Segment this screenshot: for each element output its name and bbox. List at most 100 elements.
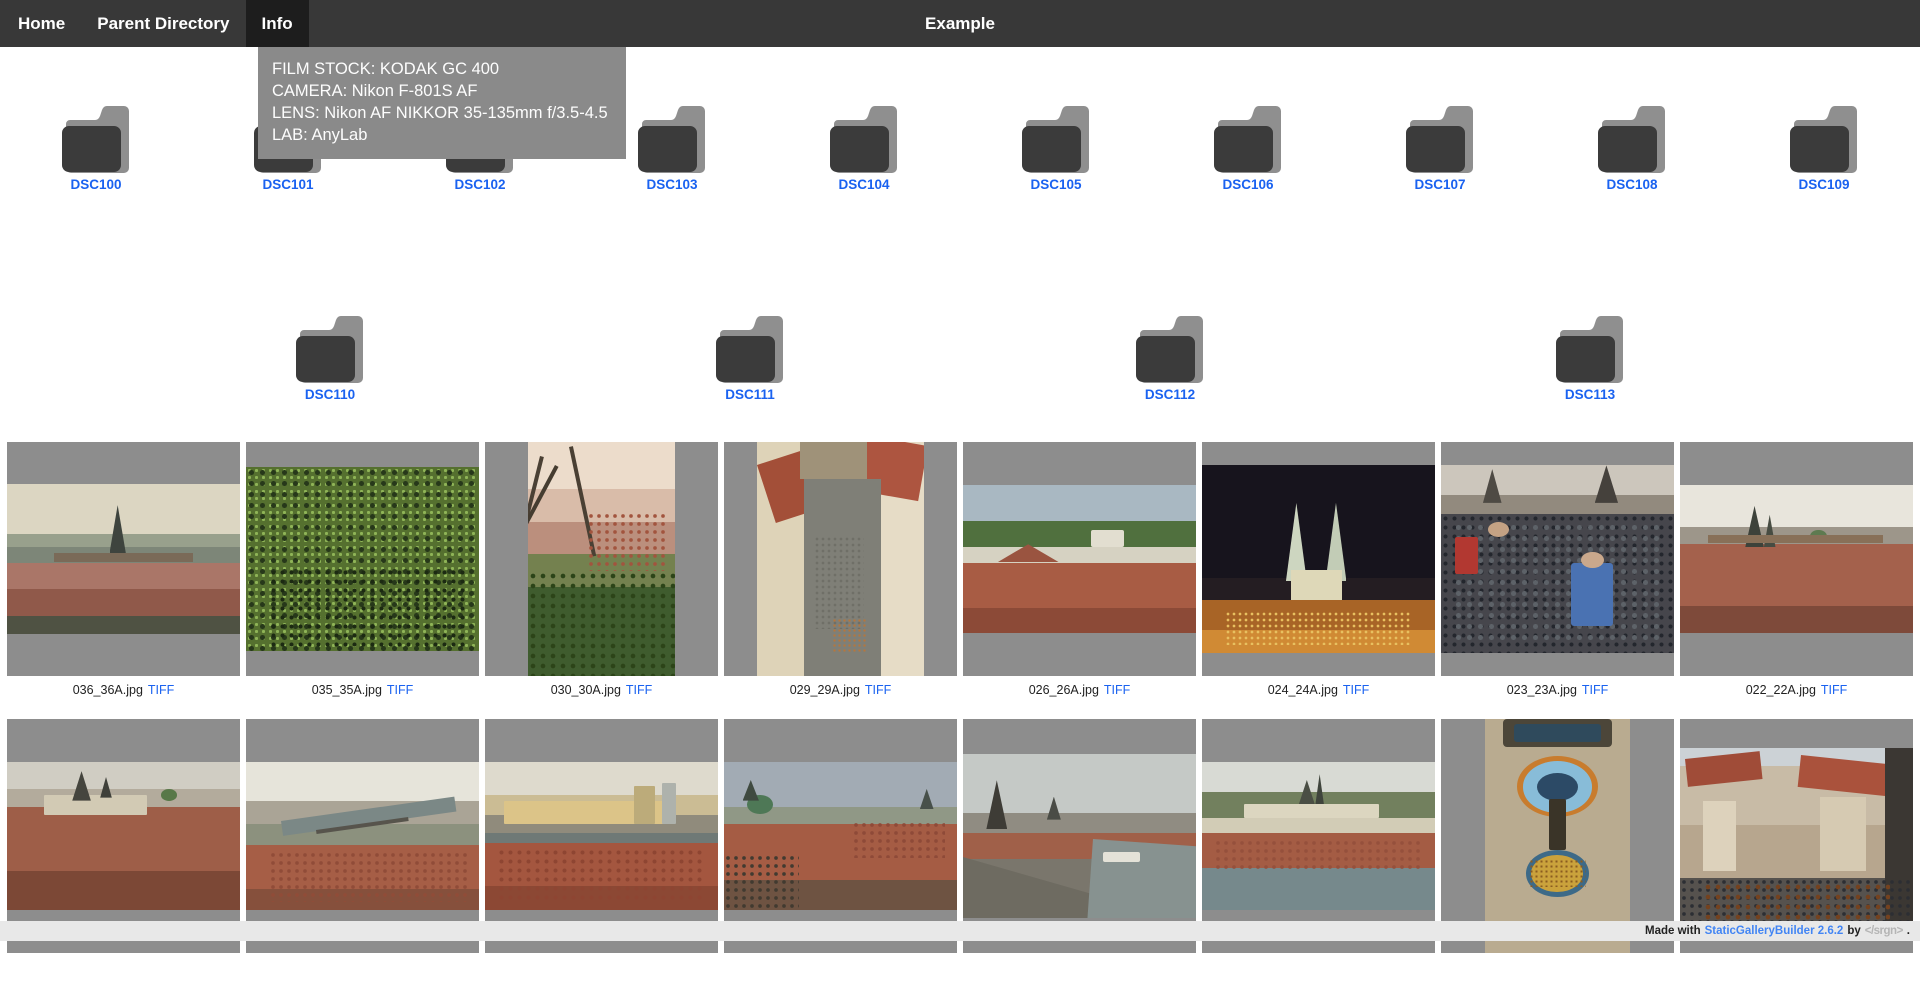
- photo-motif: [269, 568, 467, 651]
- folder-dsc100[interactable]: DSC100: [21, 100, 171, 192]
- photo-band: [1441, 465, 1674, 495]
- thumbnail-caption: [1202, 953, 1435, 996]
- gallery-item: 030_30A.jpg TIFF: [485, 442, 718, 719]
- photo-band: [1680, 485, 1913, 526]
- thumbnail-cell[interactable]: [485, 442, 718, 676]
- thumbnail-cell[interactable]: [1202, 719, 1435, 953]
- folder-label[interactable]: DSC101: [213, 177, 363, 192]
- filename-label: 023_23A.jpg: [1507, 683, 1577, 697]
- photo-thumbnail[interactable]: [1202, 465, 1435, 652]
- folder-dsc111[interactable]: DSC111: [675, 310, 825, 402]
- folder-label[interactable]: DSC104: [789, 177, 939, 192]
- photo-motif: [1453, 522, 1663, 644]
- nav-item-info[interactable]: Info: [246, 0, 309, 47]
- thumbnail-cell[interactable]: [963, 719, 1196, 953]
- folder-dsc109[interactable]: DSC109: [1749, 100, 1899, 192]
- gallery-item: [1202, 719, 1435, 996]
- nav-item-home[interactable]: Home: [2, 0, 81, 47]
- photo-thumbnail[interactable]: [963, 485, 1196, 632]
- photo-thumbnail[interactable]: [7, 762, 240, 909]
- folder-dsc113[interactable]: DSC113: [1515, 310, 1665, 402]
- photo-thumbnail[interactable]: [1680, 748, 1913, 924]
- photo-thumbnail[interactable]: [724, 762, 957, 909]
- thumbnail-cell[interactable]: [963, 442, 1196, 676]
- folder-label[interactable]: DSC102: [405, 177, 555, 192]
- photo-thumbnail[interactable]: [1680, 485, 1913, 632]
- folder-label[interactable]: DSC110: [255, 387, 405, 402]
- tiff-link[interactable]: TIFF: [1821, 683, 1847, 697]
- folder-label[interactable]: DSC109: [1749, 177, 1899, 192]
- thumbnail-cell[interactable]: [1202, 442, 1435, 676]
- nav-item-parent-directory[interactable]: Parent Directory: [81, 0, 245, 47]
- photo-thumbnail[interactable]: [1485, 719, 1629, 953]
- folder-label[interactable]: DSC108: [1557, 177, 1707, 192]
- photo-motif: [1488, 522, 1509, 537]
- thumbnail-cell[interactable]: [1441, 719, 1674, 953]
- filename-label: 030_30A.jpg: [551, 683, 621, 697]
- photo-thumbnail[interactable]: [7, 484, 240, 634]
- photo-motif: [1549, 799, 1566, 850]
- folder-dsc107[interactable]: DSC107: [1365, 100, 1515, 192]
- photo-thumbnail[interactable]: [246, 762, 479, 909]
- tooltip-line-lens: LENS: Nikon AF NIKKOR 35-135mm f/3.5-4.5: [272, 102, 608, 124]
- thumbnail-cell[interactable]: [724, 719, 957, 953]
- folder-dsc108[interactable]: DSC108: [1557, 100, 1707, 192]
- folder-dsc112[interactable]: DSC112: [1095, 310, 1245, 402]
- thumbnail-cell[interactable]: [1680, 719, 1913, 953]
- thumbnail-caption: 035_35A.jpgTIFF: [246, 676, 479, 719]
- tooltip-line-film-stock: FILM STOCK: KODAK GC 400: [272, 58, 608, 80]
- folder-label[interactable]: DSC107: [1365, 177, 1515, 192]
- folder-dsc110[interactable]: DSC110: [255, 310, 405, 402]
- photo-motif: [1214, 839, 1424, 871]
- folder-icon: [56, 100, 136, 174]
- folder-dsc104[interactable]: DSC104: [789, 100, 939, 192]
- folder-label[interactable]: DSC106: [1173, 177, 1323, 192]
- photo-thumbnail[interactable]: [757, 442, 925, 676]
- photo-thumbnail[interactable]: [963, 754, 1196, 918]
- thumbnail-cell[interactable]: [1680, 442, 1913, 676]
- photo-band: [7, 616, 240, 634]
- tooltip-line-camera: CAMERA: Nikon F-801S AF: [272, 80, 608, 102]
- folder-label[interactable]: DSC111: [675, 387, 825, 402]
- folder-label[interactable]: DSC103: [597, 177, 747, 192]
- thumbnail-cell[interactable]: [724, 442, 957, 676]
- folder-icon: [1208, 100, 1288, 174]
- info-tooltip: FILM STOCK: KODAK GC 400 CAMERA: Nikon F…: [258, 47, 626, 159]
- tiff-link[interactable]: TIFF: [387, 683, 413, 697]
- gallery-item: [485, 719, 718, 996]
- tiff-link[interactable]: TIFF: [1104, 683, 1130, 697]
- folder-label[interactable]: DSC113: [1515, 387, 1665, 402]
- thumbnail-cell[interactable]: [7, 719, 240, 953]
- tiff-link[interactable]: TIFF: [865, 683, 891, 697]
- tiff-link[interactable]: TIFF: [626, 683, 652, 697]
- folder-label[interactable]: DSC100: [21, 177, 171, 192]
- folder-dsc106[interactable]: DSC106: [1173, 100, 1323, 192]
- photo-thumbnail[interactable]: [1441, 465, 1674, 652]
- folder-icon: [1592, 100, 1672, 174]
- thumbnail-cell[interactable]: [246, 719, 479, 953]
- photo-thumbnail[interactable]: [1202, 762, 1435, 909]
- tiff-link[interactable]: TIFF: [1582, 683, 1608, 697]
- srgn-logo[interactable]: </srgn>: [1865, 925, 1903, 937]
- folder-label[interactable]: DSC105: [981, 177, 1131, 192]
- thumbnail-caption: 024_24A.jpgTIFF: [1202, 676, 1435, 719]
- photo-motif: [497, 848, 707, 904]
- page-title: Example: [925, 0, 995, 47]
- folder-dsc105[interactable]: DSC105: [981, 100, 1131, 192]
- photo-motif: [814, 536, 864, 630]
- thumbnail-cell[interactable]: [246, 442, 479, 676]
- footer-made-with: Made with: [1645, 925, 1701, 937]
- photo-thumbnail[interactable]: [246, 467, 479, 652]
- filename-label: 022_22A.jpg: [1746, 683, 1816, 697]
- thumbnail-cell[interactable]: [1441, 442, 1674, 676]
- photo-motif: [1244, 804, 1379, 819]
- thumbnail-cell[interactable]: [7, 442, 240, 676]
- tiff-link[interactable]: TIFF: [1343, 683, 1369, 697]
- folder-label[interactable]: DSC112: [1095, 387, 1245, 402]
- photo-thumbnail[interactable]: [528, 442, 675, 676]
- thumbnail-cell[interactable]: [485, 719, 718, 953]
- tiff-link[interactable]: TIFF: [148, 683, 174, 697]
- footer-builder-link[interactable]: StaticGalleryBuilder 2.6.2: [1705, 925, 1844, 937]
- photo-thumbnail[interactable]: [485, 762, 718, 909]
- photo-motif: [1291, 570, 1342, 600]
